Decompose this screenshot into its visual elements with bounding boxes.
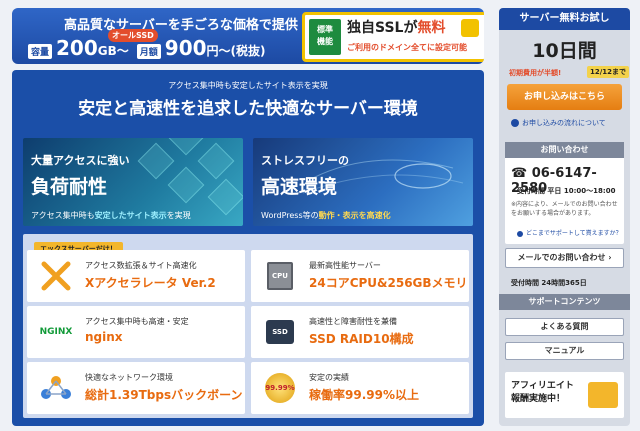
phone-hours: 受付時間 平日 10:00〜18:00 <box>517 187 616 195</box>
page: 高品質なサーバーを手ごろな価格で提供 オールSSD 容量 200 GB〜 月額 … <box>0 0 640 431</box>
banner-small-text: ストレスフリーの <box>261 154 349 167</box>
tagline: 高品質なサーバーを手ごろな価格で提供 <box>64 18 298 33</box>
ssd-icon: SSD <box>263 316 297 348</box>
feature-title: 24コアCPU&256GBメモリ <box>309 276 468 290</box>
caption-pre: WordPress等の <box>261 211 319 220</box>
arrow-circle-icon <box>511 119 519 127</box>
section-headline: 安定と高速性を追求した快適なサーバー環境 <box>78 99 418 119</box>
feature-card-network[interactable]: 快適なネットワーク環境 総計1.39Tbpsバックボーン <box>27 362 245 414</box>
ssd-drive: SSD <box>266 320 294 344</box>
features-section: アクセス集中時も安定したサイト表示を実現 安定と高速性を追求した快適なサーバー環… <box>12 70 484 426</box>
chevron-right-icon: › <box>608 253 612 262</box>
arrow-circle-icon <box>517 230 523 237</box>
money-icon <box>588 382 618 408</box>
price-unit: 円〜(税抜) <box>206 44 266 58</box>
banner-large-text: 高速環境 <box>261 176 338 198</box>
sidebar: サーバー無料お試し 10日間 初期費用が半額! 12/12まで お申し込みはこち… <box>499 8 630 426</box>
standard-feature-badge: 標準 機能 <box>309 19 341 55</box>
phone-icon: ☎ <box>511 166 532 181</box>
uptime-badge-icon: 99.99% <box>263 372 297 404</box>
affiliate-line-2: 報酬実施中！ <box>511 394 566 404</box>
email-hours: 受付時間 24時間365日 <box>511 279 587 287</box>
nginx-logo-text: NGINX <box>39 327 73 337</box>
contact-box: お問い合わせ ☎ 06-6147-2580 受付時間 平日 10:00〜18:0… <box>505 142 624 244</box>
trial-days: 10日間 <box>532 40 597 62</box>
ssl-title: 独自SSLが無料 <box>347 17 445 37</box>
section-subtitle: アクセス集中時も安定したサイト表示を実現 <box>168 81 328 90</box>
nginx-logo: NGINX <box>39 316 73 348</box>
hexagon-decoration <box>167 138 205 156</box>
feature-title: 総計1.39Tbpsバックボーン <box>85 388 243 402</box>
plan-summary-banner[interactable]: 高品質なサーバーを手ごろな価格で提供 オールSSD 容量 200 GB〜 月額 … <box>12 8 484 64</box>
ssl-subtitle: ご利用のドメイン全てに設定可能 <box>347 43 467 52</box>
apply-button[interactable]: お申し込みはこちら <box>507 84 622 110</box>
campaign-date: 12/12まで <box>587 66 630 78</box>
uptime-medal: 99.99% <box>265 373 295 403</box>
feature-title: nginx <box>85 330 123 344</box>
support-scope-label: どこまでサポートして貰えますか？ <box>526 230 622 237</box>
caption-pre: アクセス集中時も <box>31 211 95 220</box>
standard-line-2: 機能 <box>317 37 333 46</box>
hexagon-decoration <box>137 142 175 180</box>
contact-heading: お問い合わせ <box>505 142 624 158</box>
price-label: 月額 <box>136 44 161 59</box>
feature-title: SSD RAID10構成 <box>309 332 414 346</box>
ssl-title-pre: 独自SSLが <box>347 20 418 36</box>
free-ssl-banner[interactable]: 標準 機能 独自SSLが無料 ご利用のドメイン全てに設定可能 <box>302 12 484 62</box>
feature-subtitle: 高速性と障害耐性を兼備 <box>309 317 397 326</box>
feature-card-x-accelerator[interactable]: アクセス数拡張＆サイト高速化 Xアクセラレータ Ver.2 <box>27 250 245 302</box>
manual-button[interactable]: マニュアル <box>505 342 624 360</box>
capacity-unit: GB〜 <box>97 44 129 58</box>
feature-title: 稼働率99.99%以上 <box>309 388 419 402</box>
caption-post: を実現 <box>166 211 191 220</box>
x-accelerator-icon <box>39 260 73 292</box>
support-scope-link[interactable]: どこまでサポートして貰えますか？ <box>517 228 622 237</box>
application-flow-link[interactable]: お申し込みの流れについて <box>511 118 606 128</box>
hexagon-decoration <box>167 166 205 204</box>
caption-emphasis: 安定したサイト表示 <box>94 211 167 220</box>
caption-emphasis: 動作・表示を高速化 <box>318 211 391 220</box>
affiliate-text: アフィリエイト 報酬実施中！ <box>511 380 574 406</box>
banner-caption: WordPress等の動作・表示を高速化 <box>261 210 391 221</box>
email-contact-button[interactable]: メールでのお問い合わせ › <box>505 248 624 268</box>
feature-subtitle: 最新高性能サーバー <box>309 261 381 270</box>
capacity-value: 200 <box>56 36 98 60</box>
banner-small-text: 大量アクセスに強い <box>31 154 130 167</box>
email-contact-label: メールでのお問い合わせ <box>517 253 606 262</box>
banner-caption: アクセス集中時も安定したサイト表示を実現 <box>31 210 191 221</box>
capacity-label: 容量 <box>28 44 53 59</box>
affiliate-line-1: アフィリエイト <box>511 381 574 391</box>
high-speed-banner: ストレスフリーの 高速環境 WordPress等の動作・表示を高速化 <box>253 138 473 226</box>
ssl-title-free: 無料 <box>417 20 446 36</box>
banner-large-text: 負荷耐性 <box>31 176 108 198</box>
load-tolerance-banner: 大量アクセスに強い 負荷耐性 アクセス集中時も安定したサイト表示を実現 <box>23 138 243 226</box>
application-flow-label: お申し込みの流れについて <box>522 119 606 127</box>
feature-card-nginx[interactable]: NGINX アクセス集中時も高速・安定 nginx <box>27 306 245 358</box>
cpu-icon: CPU <box>263 260 297 292</box>
support-content-heading: サポートコンテンツ <box>499 294 630 310</box>
network-icon <box>39 372 73 404</box>
faq-button[interactable]: よくある質問 <box>505 318 624 336</box>
hexagon-decoration <box>207 178 243 216</box>
standard-line-1: 標準 <box>317 25 333 34</box>
lock-icon <box>461 19 479 37</box>
cpu-chip: CPU <box>267 262 293 290</box>
feature-card-cpu[interactable]: CPU 最新高性能サーバー 24コアCPU&256GBメモリ <box>251 250 469 302</box>
feature-card-ssd[interactable]: SSD 高速性と障害耐性を兼備 SSD RAID10構成 <box>251 306 469 358</box>
price-value: 900 <box>164 36 207 60</box>
feature-subtitle: アクセス数拡張＆サイト高速化 <box>85 261 197 270</box>
trial-heading: サーバー無料お試し <box>499 8 630 30</box>
contact-note: ※内容により、メールでのお問い合わせをお願いする場合があります。 <box>511 201 618 217</box>
hexagon-decoration <box>197 142 235 180</box>
plan-specs: 容量 200 GB〜 月額 900 円〜(税抜) <box>28 36 274 60</box>
affiliate-banner[interactable]: アフィリエイト 報酬実施中！ <box>505 372 624 418</box>
campaign-text: 初期費用が半額! <box>509 69 562 77</box>
feature-subtitle: 快適なネットワーク環境 <box>85 373 173 382</box>
feature-card-uptime[interactable]: 99.99% 安定の実績 稼働率99.99%以上 <box>251 362 469 414</box>
feature-subtitle: 安定の実績 <box>309 373 349 382</box>
feature-title: Xアクセラレータ Ver.2 <box>85 276 216 290</box>
feature-subtitle: アクセス集中時も高速・安定 <box>85 317 189 326</box>
